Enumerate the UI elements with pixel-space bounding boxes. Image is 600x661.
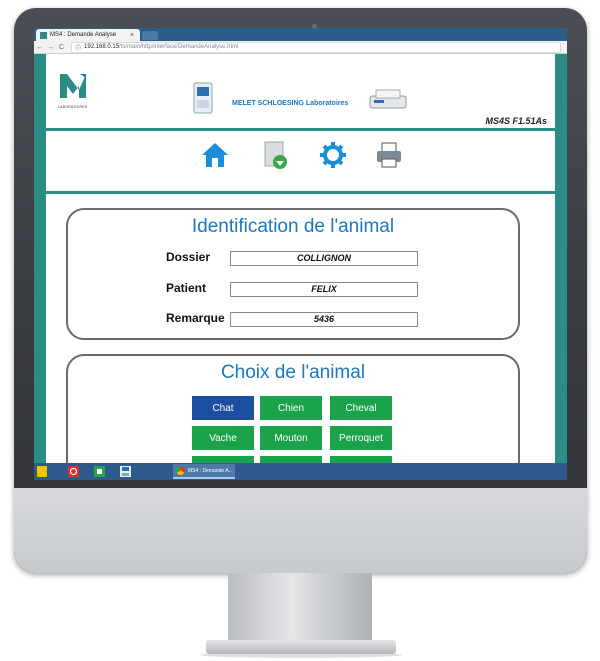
file-explorer-icon[interactable] xyxy=(37,466,47,477)
patient-label: Patient xyxy=(166,281,207,295)
page-frame-right xyxy=(555,54,567,463)
animal-button-vache[interactable]: Vache xyxy=(192,426,254,450)
remarque-label: Remarque xyxy=(166,311,225,325)
analyzer-machine-image xyxy=(193,82,213,114)
settings-gear-icon[interactable] xyxy=(318,140,348,170)
monitor-chin xyxy=(14,488,587,573)
home-icon[interactable] xyxy=(200,140,230,170)
identification-card: Identification de l'animal Dossier COLLI… xyxy=(66,208,520,340)
web-page: LABORATOIRES MELET SCHLOESING Laboratoir… xyxy=(34,54,567,480)
company-logo xyxy=(60,74,86,98)
logo-text: LABORATOIRES xyxy=(58,105,88,109)
monitor-stand-neck xyxy=(228,573,372,643)
dossier-row: Dossier COLLIGNON xyxy=(68,250,518,268)
lab-printer-image xyxy=(369,89,407,109)
remarque-row: Remarque 5436 xyxy=(68,311,518,329)
address-bar: ← → C ⓘ 192.168.0.15/ts/main/http/interf… xyxy=(34,41,567,54)
back-icon[interactable]: ← xyxy=(34,44,45,51)
favicon-icon xyxy=(40,31,47,39)
document-download-icon[interactable] xyxy=(260,140,290,170)
url-path: /ts/main/http/interface/DemandeAnalyse.h… xyxy=(119,44,239,50)
lab-title: MELET SCHLOESING Laboratoires xyxy=(232,100,349,107)
url-input[interactable]: ⓘ 192.168.0.15/ts/main/http/interface/De… xyxy=(71,41,561,53)
toolbar-divider xyxy=(46,191,555,194)
new-tab-button[interactable] xyxy=(142,31,158,40)
animal-choice-title: Choix de l'animal xyxy=(220,362,366,383)
dossier-label: Dossier xyxy=(166,250,211,264)
taskbar: MS4 : Demande A... xyxy=(34,463,567,480)
url-host: 192.168.0.15 xyxy=(84,44,120,50)
page-frame-left xyxy=(34,54,46,463)
monitor-stand-base xyxy=(206,640,396,654)
reload-icon[interactable]: C xyxy=(56,44,67,51)
dossier-field[interactable]: COLLIGNON xyxy=(230,251,418,266)
patient-field[interactable]: FELIX xyxy=(230,282,418,297)
identification-title: Identification de l'animal xyxy=(191,216,395,237)
taskbar-chrome-window[interactable]: MS4 : Demande A... xyxy=(173,464,235,479)
tab-title: MS4 : Demande Analyse xyxy=(50,32,117,38)
screen: MS4 : Demande Analyse × ← → C ⓘ 192.168.… xyxy=(34,28,567,480)
remarque-field[interactable]: 5436 xyxy=(230,312,418,327)
power-app-icon[interactable] xyxy=(68,466,79,477)
animal-button-chat[interactable]: Chat xyxy=(192,396,254,420)
animal-choice-card: Choix de l'animal Chat Chien Cheval Vach… xyxy=(66,354,520,480)
taskbar-window-label: MS4 : Demande A... xyxy=(188,467,233,474)
printer-icon[interactable] xyxy=(374,140,404,170)
page-header: LABORATOIRES MELET SCHLOESING Laboratoir… xyxy=(46,54,555,132)
browser-tab-bar: MS4 : Demande Analyse × xyxy=(34,28,567,41)
version-label: MS4S F1.51As xyxy=(485,116,547,126)
animal-button-chien[interactable]: Chien xyxy=(260,396,322,420)
close-tab-icon[interactable]: × xyxy=(130,32,134,39)
header-divider xyxy=(46,128,555,131)
forward-icon[interactable]: → xyxy=(45,44,56,51)
patient-row: Patient FELIX xyxy=(68,281,518,299)
browser-tab[interactable]: MS4 : Demande Analyse × xyxy=(36,29,140,41)
green-app-icon[interactable] xyxy=(94,466,105,477)
save-disk-icon[interactable] xyxy=(120,466,131,477)
animal-button-cheval[interactable]: Cheval xyxy=(330,396,392,420)
animal-button-mouton[interactable]: Mouton xyxy=(260,426,322,450)
animal-button-perroquet[interactable]: Perroquet xyxy=(330,426,392,450)
chrome-icon xyxy=(176,466,185,475)
info-icon[interactable]: ⓘ xyxy=(75,43,81,52)
toolbar xyxy=(46,134,555,184)
